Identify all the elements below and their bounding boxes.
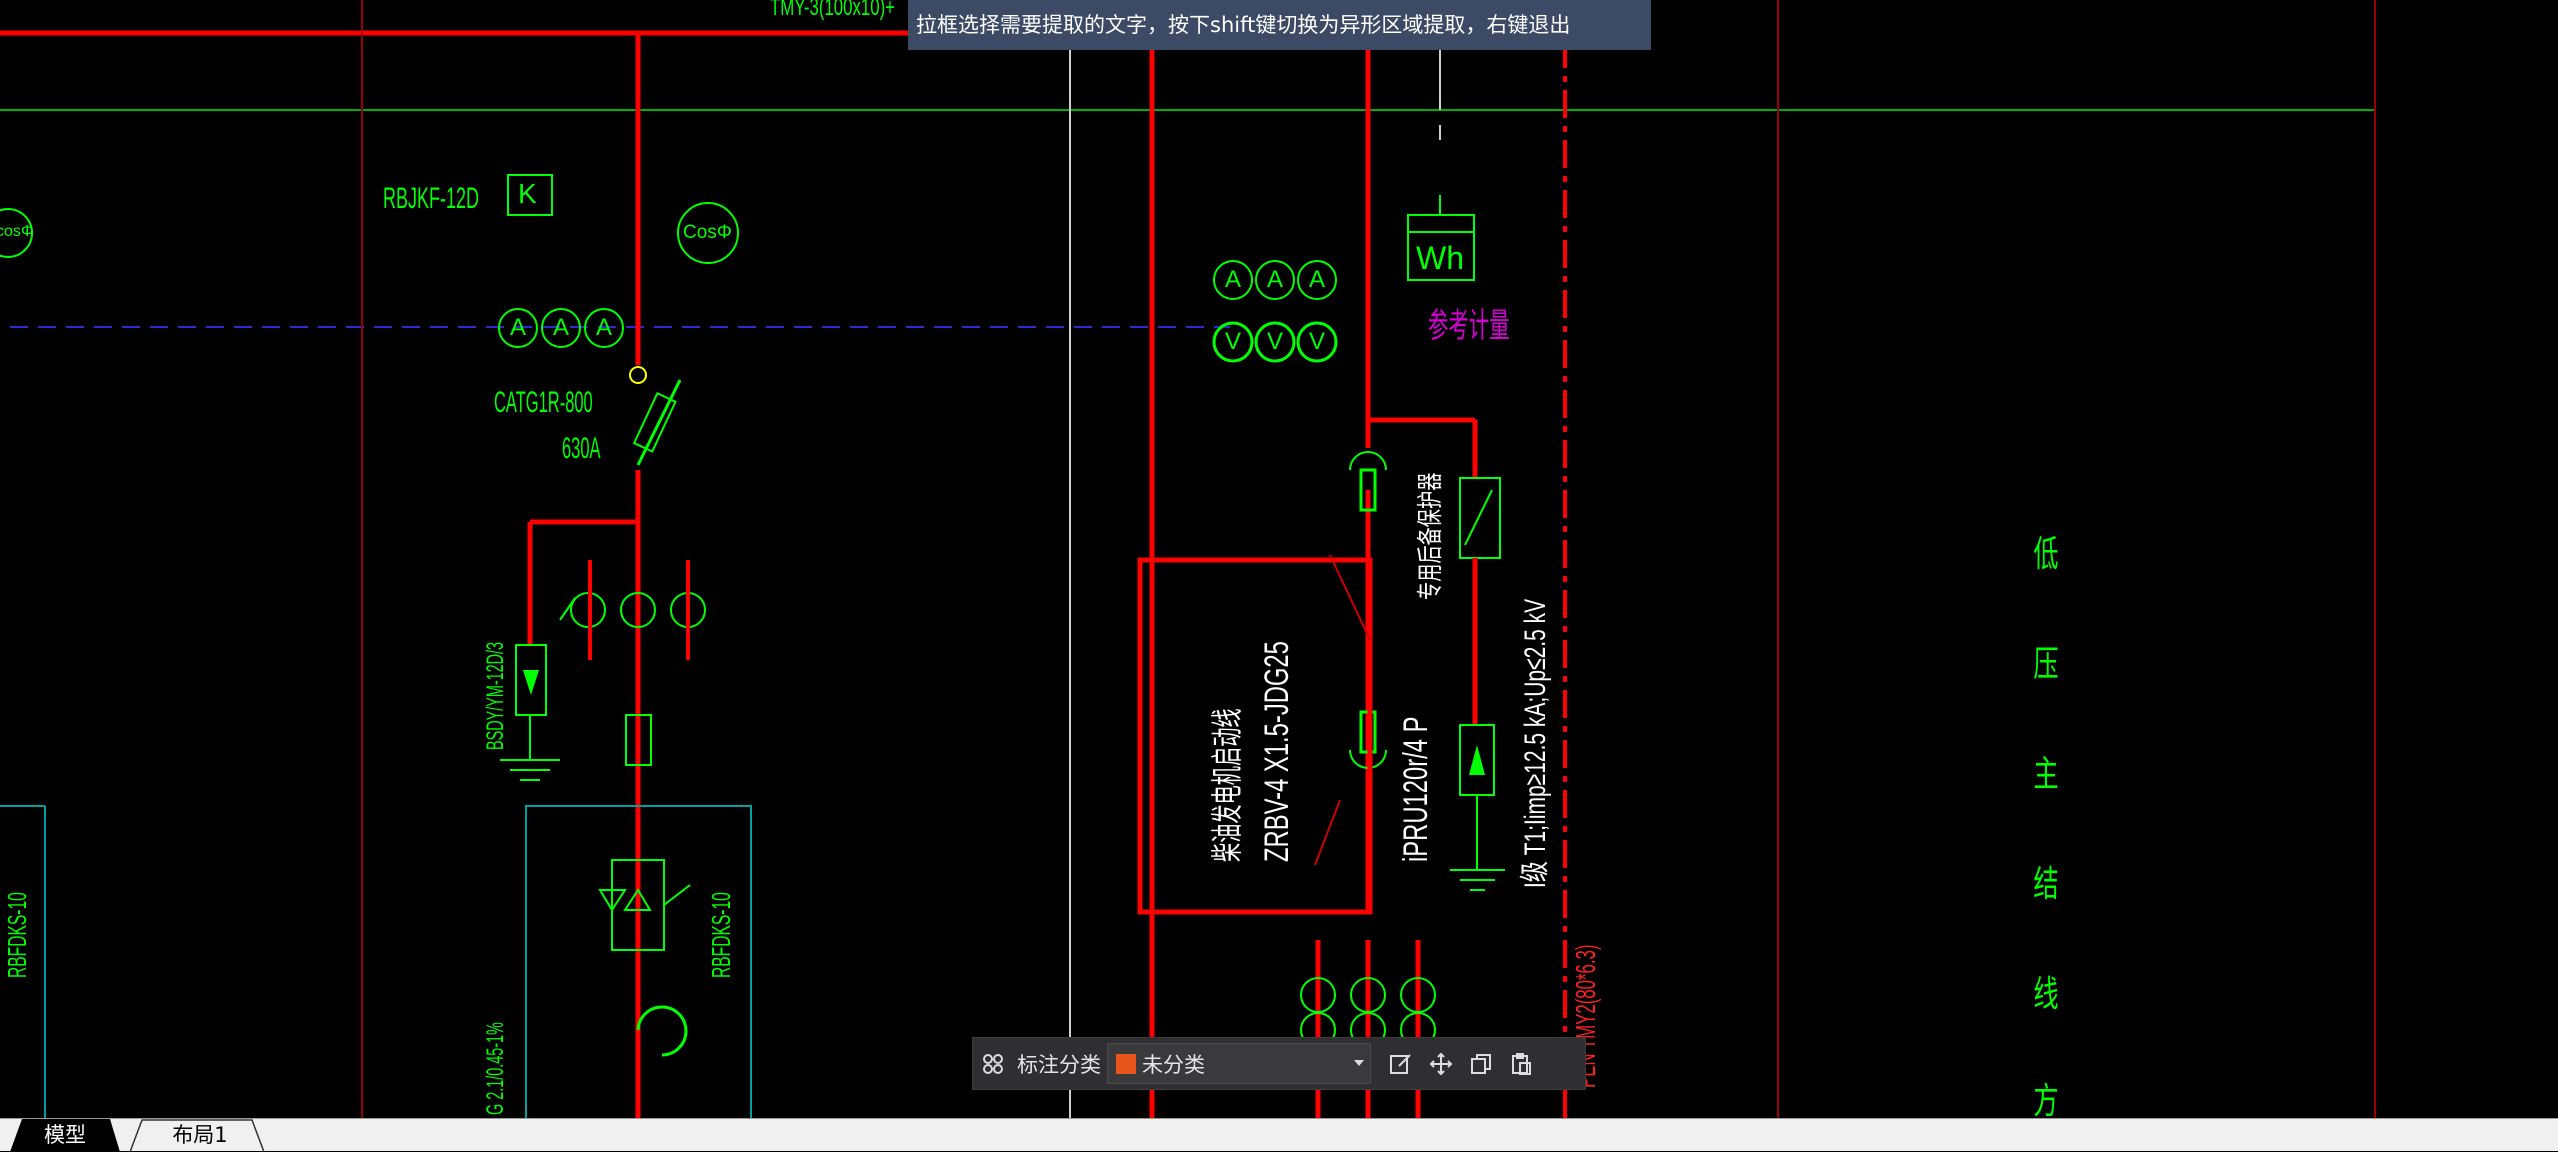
- annotation-toolbar: 标注分类 未分类: [972, 1037, 1586, 1090]
- arrester-model: BSDY/YM-12D/3: [482, 641, 509, 750]
- bottom-left-note: G 2.1/0.45-1%: [482, 1022, 509, 1115]
- top-busbar-label: TMY-3(100x10)+: [770, 0, 895, 21]
- category-color-swatch: [1116, 1053, 1136, 1074]
- title-char-5: 线: [2033, 974, 2059, 1015]
- ammeter-a1: A: [510, 314, 527, 341]
- tab-layout1[interactable]: 布局1: [140, 1119, 260, 1152]
- wh-label: Wh: [1416, 240, 1464, 276]
- layout-tab-bar: 模型 布局1: [0, 1118, 2558, 1152]
- cos-mid-label: CosΦ: [683, 222, 732, 243]
- ammeter-a2: A: [553, 314, 570, 341]
- grid-icon[interactable]: [973, 1037, 1013, 1090]
- tab-model[interactable]: 模型: [10, 1119, 120, 1152]
- breaker-rating: 630A: [562, 432, 601, 465]
- drawing-canvas[interactable]: TMY-3(100x10)+ RBJKF-12D K cosΦ CosΦ A A…: [0, 0, 2558, 1118]
- paste-icon[interactable]: [1501, 1037, 1541, 1090]
- title-char-2: 压: [2033, 644, 2059, 685]
- category-dropdown[interactable]: 未分类: [1107, 1043, 1371, 1084]
- k-box-label: K: [518, 178, 537, 209]
- ammeter-center-2: A: [1267, 266, 1284, 293]
- extract-text-tooltip: 拉框选择需要提取的文字，按下shift键切换为异形区域提取，右键退出: [908, 0, 1651, 50]
- chevron-down-icon: [1354, 1060, 1364, 1066]
- annotate-category-label: 标注分类: [1017, 1052, 1101, 1077]
- title-char-4: 结: [2033, 864, 2059, 905]
- ammeter-center-3: A: [1309, 266, 1326, 293]
- voltmeter-1: V: [1225, 328, 1242, 355]
- voltmeter-3: V: [1309, 328, 1326, 355]
- busbar-note: RBJKF-12D: [383, 182, 480, 215]
- rbf-mid-label: RBFDKS-10: [706, 892, 736, 978]
- ipru-label: iPRU120r/4 P: [1397, 716, 1435, 862]
- ref-meter-label: 参考计量: [1428, 307, 1510, 345]
- copy-icon[interactable]: [1461, 1037, 1501, 1090]
- zrbv-cable-label: ZRBV-4 X1.5-JDG25: [1258, 641, 1296, 862]
- edit-icon[interactable]: [1381, 1037, 1421, 1090]
- rbf-left-label: RBFDKS-10: [2, 892, 32, 978]
- ammeter-a3: A: [596, 314, 613, 341]
- category-value: 未分类: [1142, 1052, 1205, 1077]
- spd-spec-label: I级 T1;Iimp≥12.5 kA;Up≤2.5 kV: [1519, 598, 1552, 888]
- diesel-cable-label: 柴油发电机启动线: [1209, 708, 1245, 862]
- ammeter-center-1: A: [1225, 266, 1242, 293]
- breaker-model: CATG1R-800: [494, 386, 593, 419]
- title-char-6: 方: [2033, 1081, 2059, 1118]
- title-char-1: 低: [2033, 534, 2059, 575]
- cos-left-label: cosΦ: [0, 223, 34, 240]
- cad-drawing: [0, 0, 2376, 1118]
- move-icon[interactable]: [1421, 1037, 1461, 1090]
- title-char-3: 主: [2033, 754, 2059, 795]
- spd-dedicated-label: 专用后备保护器: [1415, 472, 1445, 600]
- voltmeter-2: V: [1267, 328, 1284, 355]
